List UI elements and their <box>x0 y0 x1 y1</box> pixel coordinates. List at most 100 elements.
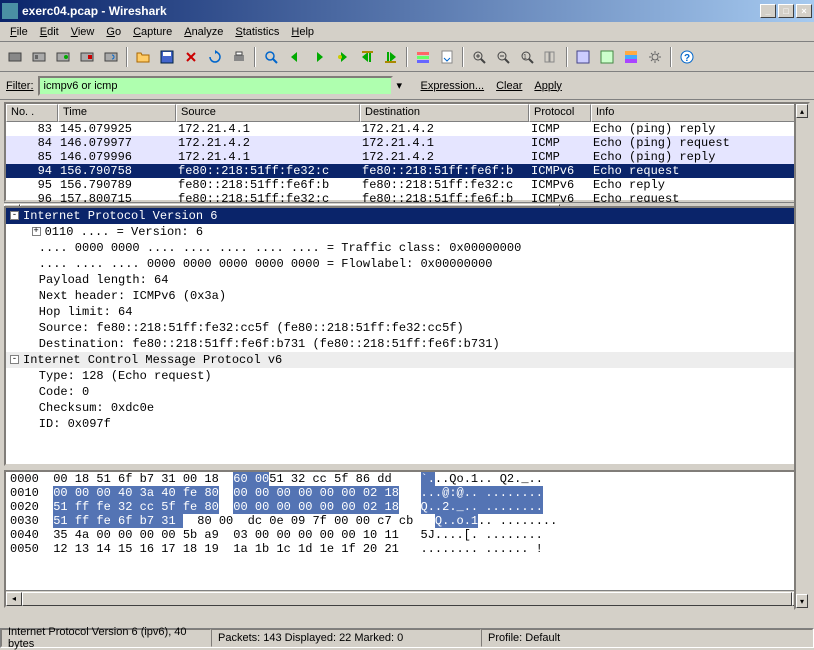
hex-hscroll[interactable]: ◂ ▸ <box>6 590 808 606</box>
options-icon[interactable] <box>28 46 50 68</box>
zoom-reset-icon[interactable]: 1 <box>516 46 538 68</box>
titlebar: exerc04.pcap - Wireshark _ □ × <box>0 0 814 22</box>
packet-row[interactable]: 85146.079996172.21.4.1172.21.4.2ICMPEcho… <box>6 150 808 164</box>
start-capture-icon[interactable] <box>52 46 74 68</box>
menu-file[interactable]: File <box>4 24 34 40</box>
collapse-icon[interactable]: - <box>10 355 19 364</box>
detail-line[interactable]: Hop limit: 64 <box>6 304 808 320</box>
hex-line[interactable]: 0030 51 ff fe 6f b7 31 80 00 dc 0e 09 7f… <box>6 514 808 528</box>
preferences-icon[interactable] <box>644 46 666 68</box>
collapse-icon[interactable]: - <box>10 211 19 220</box>
detail-line[interactable]: +0110 .... = Version: 6 <box>6 224 808 240</box>
detail-line[interactable]: Source: fe80::218:51ff:fe32:cc5f (fe80::… <box>6 320 808 336</box>
help-icon[interactable]: ? <box>676 46 698 68</box>
packet-rows[interactable]: 83145.079925172.21.4.1172.21.4.2ICMPEcho… <box>6 122 808 206</box>
display-filters-icon[interactable] <box>596 46 618 68</box>
detail-line[interactable]: Payload length: 64 <box>6 272 808 288</box>
svg-text:1: 1 <box>523 54 527 61</box>
auto-scroll-icon[interactable] <box>436 46 458 68</box>
detail-line[interactable]: Code: 0 <box>6 384 808 400</box>
print-icon[interactable] <box>228 46 250 68</box>
scroll-up-icon[interactable]: ▴ <box>796 104 808 118</box>
menu-capture[interactable]: Capture <box>127 24 178 40</box>
resize-columns-icon[interactable] <box>540 46 562 68</box>
expression-link[interactable]: Expression... <box>421 80 485 92</box>
close-file-icon[interactable] <box>180 46 202 68</box>
restart-capture-icon[interactable] <box>100 46 122 68</box>
col-protocol[interactable]: Protocol <box>529 104 591 122</box>
go-forward-icon[interactable] <box>308 46 330 68</box>
packet-detail-panel[interactable]: -Internet Protocol Version 6 +0110 .... … <box>4 206 810 466</box>
hex-line[interactable]: 0040 35 4a 00 00 00 00 5b a9 03 00 00 00… <box>6 528 808 542</box>
status-left: Internet Protocol Version 6 (ipv6), 40 b… <box>1 629 211 647</box>
menu-go[interactable]: Go <box>100 24 127 40</box>
packet-row[interactable]: 84146.079977172.21.4.2172.21.4.1ICMPEcho… <box>6 136 808 150</box>
interfaces-icon[interactable] <box>4 46 26 68</box>
packet-row[interactable]: 83145.079925172.21.4.1172.21.4.2ICMPEcho… <box>6 122 808 136</box>
detail-line[interactable]: Checksum: 0xdc0e <box>6 400 808 416</box>
zoom-in-icon[interactable] <box>468 46 490 68</box>
find-icon[interactable] <box>260 46 282 68</box>
vertical-scrollbar[interactable]: ▴ ▾ <box>794 102 810 610</box>
detail-line[interactable]: ID: 0x097f <box>6 416 808 432</box>
menu-statistics[interactable]: Statistics <box>229 24 285 40</box>
menu-view[interactable]: View <box>65 24 101 40</box>
col-time[interactable]: Time <box>58 104 176 122</box>
filter-input[interactable] <box>38 76 393 96</box>
packet-list-header: No. . Time Source Destination Protocol I… <box>6 104 808 122</box>
detail-line[interactable]: .... .... .... 0000 0000 0000 0000 0000 … <box>6 256 808 272</box>
stop-capture-icon[interactable] <box>76 46 98 68</box>
scroll-down-icon[interactable]: ▾ <box>796 594 808 608</box>
reload-icon[interactable] <box>204 46 226 68</box>
open-icon[interactable] <box>132 46 154 68</box>
filter-label: Filter: <box>6 80 34 92</box>
toolbar-separator <box>406 47 408 67</box>
go-last-icon[interactable] <box>380 46 402 68</box>
go-to-icon[interactable] <box>332 46 354 68</box>
save-icon[interactable] <box>156 46 178 68</box>
clear-link[interactable]: Clear <box>496 80 522 92</box>
detail-line[interactable]: Next header: ICMPv6 (0x3a) <box>6 288 808 304</box>
statusbar: Internet Protocol Version 6 (ipv6), 40 b… <box>0 628 814 648</box>
detail-section: -Internet Control Message Protocol v6 <box>6 352 808 368</box>
packet-list-panel: No. . Time Source Destination Protocol I… <box>4 102 810 202</box>
detail-line[interactable]: Type: 128 (Echo request) <box>6 368 808 384</box>
status-right: Profile: Default <box>481 629 813 647</box>
go-back-icon[interactable] <box>284 46 306 68</box>
packet-row[interactable]: 95156.790789fe80::218:51ff:fe6f:bfe80::2… <box>6 178 808 192</box>
hex-line[interactable]: 0000 00 18 51 6f b7 31 00 18 60 0051 32 … <box>6 472 808 486</box>
capture-filters-icon[interactable] <box>572 46 594 68</box>
hex-line[interactable]: 0010 00 00 00 40 3a 40 fe 80 00 00 00 00… <box>6 486 808 500</box>
col-no[interactable]: No. . <box>6 104 58 122</box>
scroll-left-icon[interactable]: ◂ <box>6 592 22 606</box>
menu-edit[interactable]: Edit <box>34 24 65 40</box>
menu-help[interactable]: Help <box>285 24 320 40</box>
col-info[interactable]: Info <box>591 104 808 122</box>
toolbar-separator <box>670 47 672 67</box>
app-icon <box>2 3 18 19</box>
minimize-button[interactable]: _ <box>760 4 776 18</box>
col-destination[interactable]: Destination <box>360 104 529 122</box>
colorize-icon[interactable] <box>412 46 434 68</box>
col-source[interactable]: Source <box>176 104 360 122</box>
detail-header: -Internet Protocol Version 6 <box>6 208 808 224</box>
packet-row[interactable]: 94156.790758fe80::218:51ff:fe32:cfe80::2… <box>6 164 808 178</box>
filter-dropdown-icon[interactable]: ▾ <box>397 79 413 92</box>
menu-analyze[interactable]: Analyze <box>178 24 229 40</box>
detail-line[interactable]: Destination: fe80::218:51ff:fe6f:b731 (f… <box>6 336 808 352</box>
coloring-rules-icon[interactable] <box>620 46 642 68</box>
apply-link[interactable]: Apply <box>534 80 562 92</box>
scroll-thumb[interactable] <box>22 592 792 606</box>
maximize-button[interactable]: □ <box>778 4 794 18</box>
hex-line[interactable]: 0050 12 13 14 15 16 17 18 19 1a 1b 1c 1d… <box>6 542 808 556</box>
window-controls: _ □ × <box>760 4 812 18</box>
zoom-out-icon[interactable] <box>492 46 514 68</box>
menubar: File Edit View Go Capture Analyze Statis… <box>0 22 814 42</box>
hex-line[interactable]: 0020 51 ff fe 32 cc 5f fe 80 00 00 00 00… <box>6 500 808 514</box>
close-button[interactable]: × <box>796 4 812 18</box>
svg-text:?: ? <box>684 53 690 64</box>
go-first-icon[interactable] <box>356 46 378 68</box>
hex-panel[interactable]: 0000 00 18 51 6f b7 31 00 18 60 0051 32 … <box>4 470 810 608</box>
status-middle: Packets: 143 Displayed: 22 Marked: 0 <box>211 629 481 647</box>
detail-line[interactable]: .... 0000 0000 .... .... .... .... .... … <box>6 240 808 256</box>
